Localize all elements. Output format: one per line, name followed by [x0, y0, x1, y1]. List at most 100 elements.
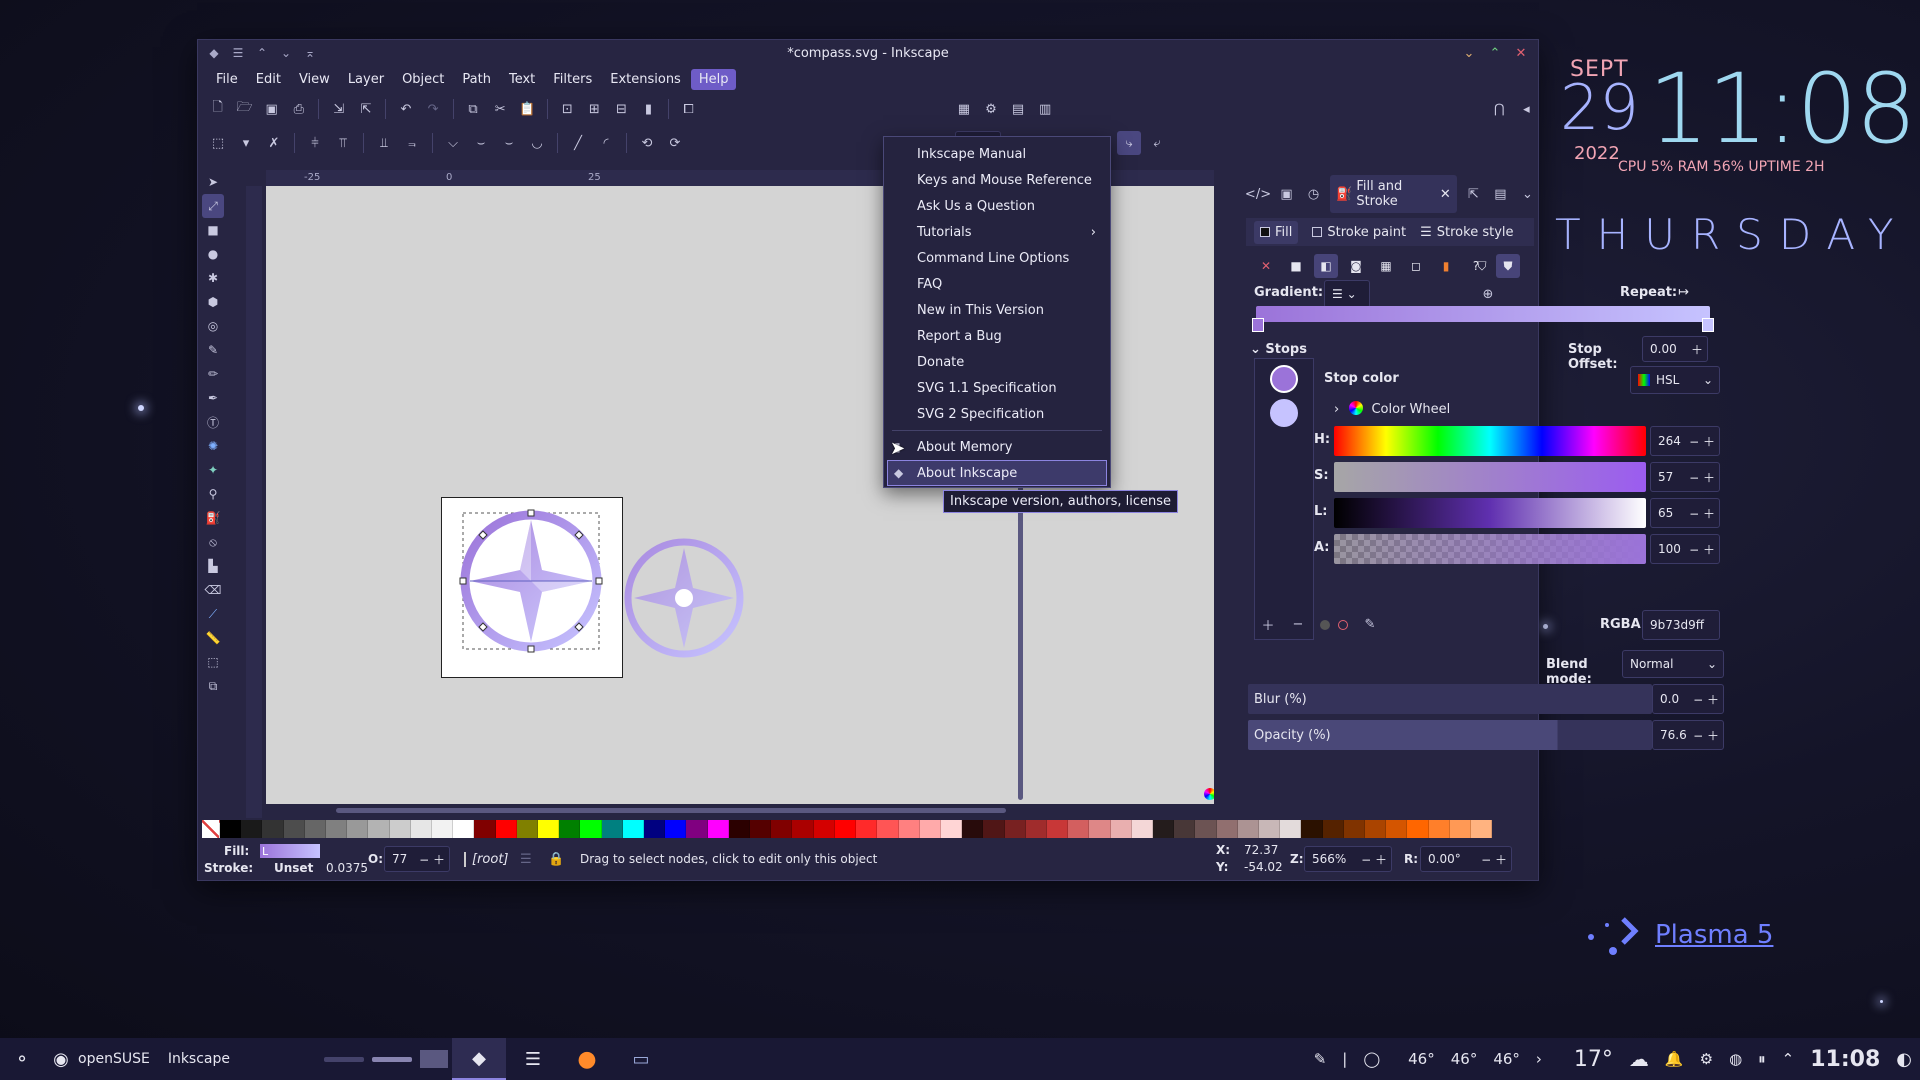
- saturation-field[interactable]: 57 − ＋: [1650, 462, 1720, 492]
- opacity-spin[interactable]: 77 − ＋: [384, 846, 450, 872]
- pattern-icon[interactable]: ◻: [1404, 254, 1428, 278]
- keep-below-icon[interactable]: ⌄: [278, 45, 294, 61]
- stepper-icon[interactable]: − ＋: [1693, 727, 1719, 744]
- cloud-icon[interactable]: ☁: [1621, 1047, 1657, 1071]
- menu-item-about-inkscape[interactable]: ◆ About Inkscape: [887, 460, 1107, 486]
- palette-swatch[interactable]: [1046, 820, 1069, 838]
- zoom-field[interactable]: 566% − ＋: [1304, 846, 1392, 872]
- spiral-tool-icon[interactable]: ◎: [202, 314, 224, 338]
- break-path-icon[interactable]: ⫪: [331, 131, 355, 155]
- palette-swatch[interactable]: [856, 820, 878, 838]
- minimize-button[interactable]: ⌄: [1460, 44, 1478, 62]
- export-tab-icon[interactable]: ⇱: [1463, 182, 1484, 206]
- palette-swatch[interactable]: [474, 820, 496, 838]
- palette-swatch[interactable]: [389, 820, 411, 838]
- stepper-icon[interactable]: − ＋: [419, 851, 445, 868]
- menu-object[interactable]: Object: [394, 69, 452, 90]
- symmetric-node-icon[interactable]: ⌣: [497, 131, 521, 155]
- plus-icon[interactable]: ＋: [1691, 341, 1703, 358]
- xml-editor-icon[interactable]: ▤: [1007, 97, 1030, 121]
- palette-swatch[interactable]: [1068, 820, 1090, 838]
- palette-swatch[interactable]: [516, 820, 539, 838]
- left-ruler[interactable]: [246, 186, 262, 818]
- keep-above-icon[interactable]: ⌃: [254, 45, 270, 61]
- menu-help[interactable]: Help: [690, 68, 737, 90]
- pencil-tool-icon[interactable]: ✏: [202, 362, 224, 386]
- mesh-tool-icon[interactable]: ▙: [202, 554, 224, 578]
- palette-swatch[interactable]: [728, 820, 751, 838]
- menu-item-new-in-version[interactable]: New in This Version: [884, 297, 1110, 323]
- print-icon[interactable]: ⎙: [287, 97, 310, 121]
- menu-item-svg11-spec[interactable]: SVG 1.1 Specification: [884, 375, 1110, 401]
- stepper-icon[interactable]: − ＋: [1689, 541, 1715, 558]
- media-pause-icon[interactable]: ⏸: [1750, 1050, 1774, 1068]
- tab-stroke-style[interactable]: ☰ Stroke style: [1420, 225, 1513, 240]
- palette-swatch[interactable]: [940, 820, 963, 838]
- document-properties-tab-icon[interactable]: ▣: [1276, 182, 1297, 206]
- system-settings-icon[interactable]: ⚙: [1692, 1050, 1721, 1068]
- menu-item-command-line-options[interactable]: Command Line Options: [884, 245, 1110, 271]
- gradient-stop-handle-end[interactable]: [1702, 318, 1714, 332]
- palette-swatch[interactable]: [1174, 820, 1196, 838]
- stroke-unset-value[interactable]: Unset: [274, 861, 313, 875]
- palette-swatch[interactable]: [304, 820, 327, 838]
- weather-temp[interactable]: 17°: [1550, 1047, 1621, 1072]
- zoom-width-icon[interactable]: ▮: [637, 97, 660, 121]
- stepper-icon[interactable]: − ＋: [1689, 469, 1715, 486]
- menu-path[interactable]: Path: [454, 69, 499, 90]
- tab-stroke-paint[interactable]: Stroke paint: [1312, 225, 1406, 240]
- palette-swatch[interactable]: [919, 820, 941, 838]
- palette-swatch[interactable]: [1258, 820, 1281, 838]
- fill-swatch[interactable]: L: [260, 844, 320, 858]
- menu-edit[interactable]: Edit: [248, 69, 289, 90]
- menu-item-keys-mouse-reference[interactable]: Keys and Mouse Reference: [884, 167, 1110, 193]
- tweak-tool-icon[interactable]: ✦: [202, 458, 224, 482]
- menu-file[interactable]: File: [208, 69, 246, 90]
- gradient-stop-handle-start[interactable]: [1252, 318, 1264, 332]
- palette-swatch[interactable]: [750, 820, 772, 838]
- eraser-tool-icon[interactable]: ⌫: [202, 578, 224, 602]
- 3d-box-tool-icon[interactable]: ⬢: [202, 290, 224, 314]
- stops-label[interactable]: ⌄ Stops: [1250, 342, 1307, 357]
- paste-icon[interactable]: 📋: [516, 97, 539, 121]
- shade-icon[interactable]: ⌅: [302, 45, 318, 61]
- menu-text[interactable]: Text: [501, 69, 543, 90]
- layer-indicator[interactable]: [root]: [464, 852, 509, 867]
- rectangle-tool-icon[interactable]: ■: [202, 218, 224, 242]
- palette-swatch[interactable]: [983, 820, 1005, 838]
- smooth-node-icon[interactable]: ⌣: [469, 131, 493, 155]
- document-properties-icon[interactable]: ▦: [952, 97, 975, 121]
- color-managed-icon[interactable]: [1204, 788, 1214, 800]
- palette-swatch[interactable]: [665, 820, 687, 838]
- hue-slider[interactable]: [1334, 426, 1646, 456]
- palette-swatch[interactable]: [1237, 820, 1259, 838]
- palette-swatch[interactable]: [1386, 820, 1408, 838]
- measure-tool-icon[interactable]: 📏: [202, 626, 224, 650]
- menu-item-ask-question[interactable]: Ask Us a Question: [884, 193, 1110, 219]
- join-segment-icon[interactable]: ⫫: [372, 131, 396, 155]
- open-document-icon[interactable]: 🗁: [233, 97, 256, 121]
- circle-icon[interactable]: ◯: [1355, 1050, 1388, 1068]
- undo-icon[interactable]: ↶: [394, 97, 417, 121]
- opacity-field[interactable]: 76.6 − ＋: [1652, 720, 1724, 750]
- copy-icon[interactable]: ⧉: [462, 97, 485, 121]
- titlebar[interactable]: ◆ ☰ ⌃ ⌄ ⌅ *compass.svg - Inkscape ⌄ ⌃ ✕: [198, 40, 1538, 66]
- palette-swatch[interactable]: [834, 820, 857, 838]
- blend-mode-select[interactable]: Normal ⌄: [1622, 650, 1724, 678]
- preferences-icon[interactable]: ⚙: [979, 97, 1002, 121]
- zoom-page-icon[interactable]: ⊟: [610, 97, 633, 121]
- inkscape-app-icon[interactable]: ◆: [206, 45, 222, 61]
- ellipse-tool-icon[interactable]: ●: [202, 242, 224, 266]
- eyedropper-icon[interactable]: ✎: [1358, 612, 1382, 636]
- palette-swatch[interactable]: [771, 820, 793, 838]
- menu-view[interactable]: View: [291, 69, 338, 90]
- tab-fill-and-stroke[interactable]: ⛽ Fill and Stroke ✕: [1330, 175, 1457, 213]
- maximize-button[interactable]: ⌃: [1486, 44, 1504, 62]
- palette-swatch[interactable]: [368, 820, 390, 838]
- save-icon[interactable]: ▣: [260, 97, 283, 121]
- blur-slider[interactable]: Blur (%): [1248, 684, 1652, 714]
- color-palette[interactable]: [202, 820, 1493, 838]
- spray-tool-icon[interactable]: ✺: [202, 434, 224, 458]
- line-segment-icon[interactable]: ╱: [566, 131, 590, 155]
- palette-swatch[interactable]: [495, 820, 517, 838]
